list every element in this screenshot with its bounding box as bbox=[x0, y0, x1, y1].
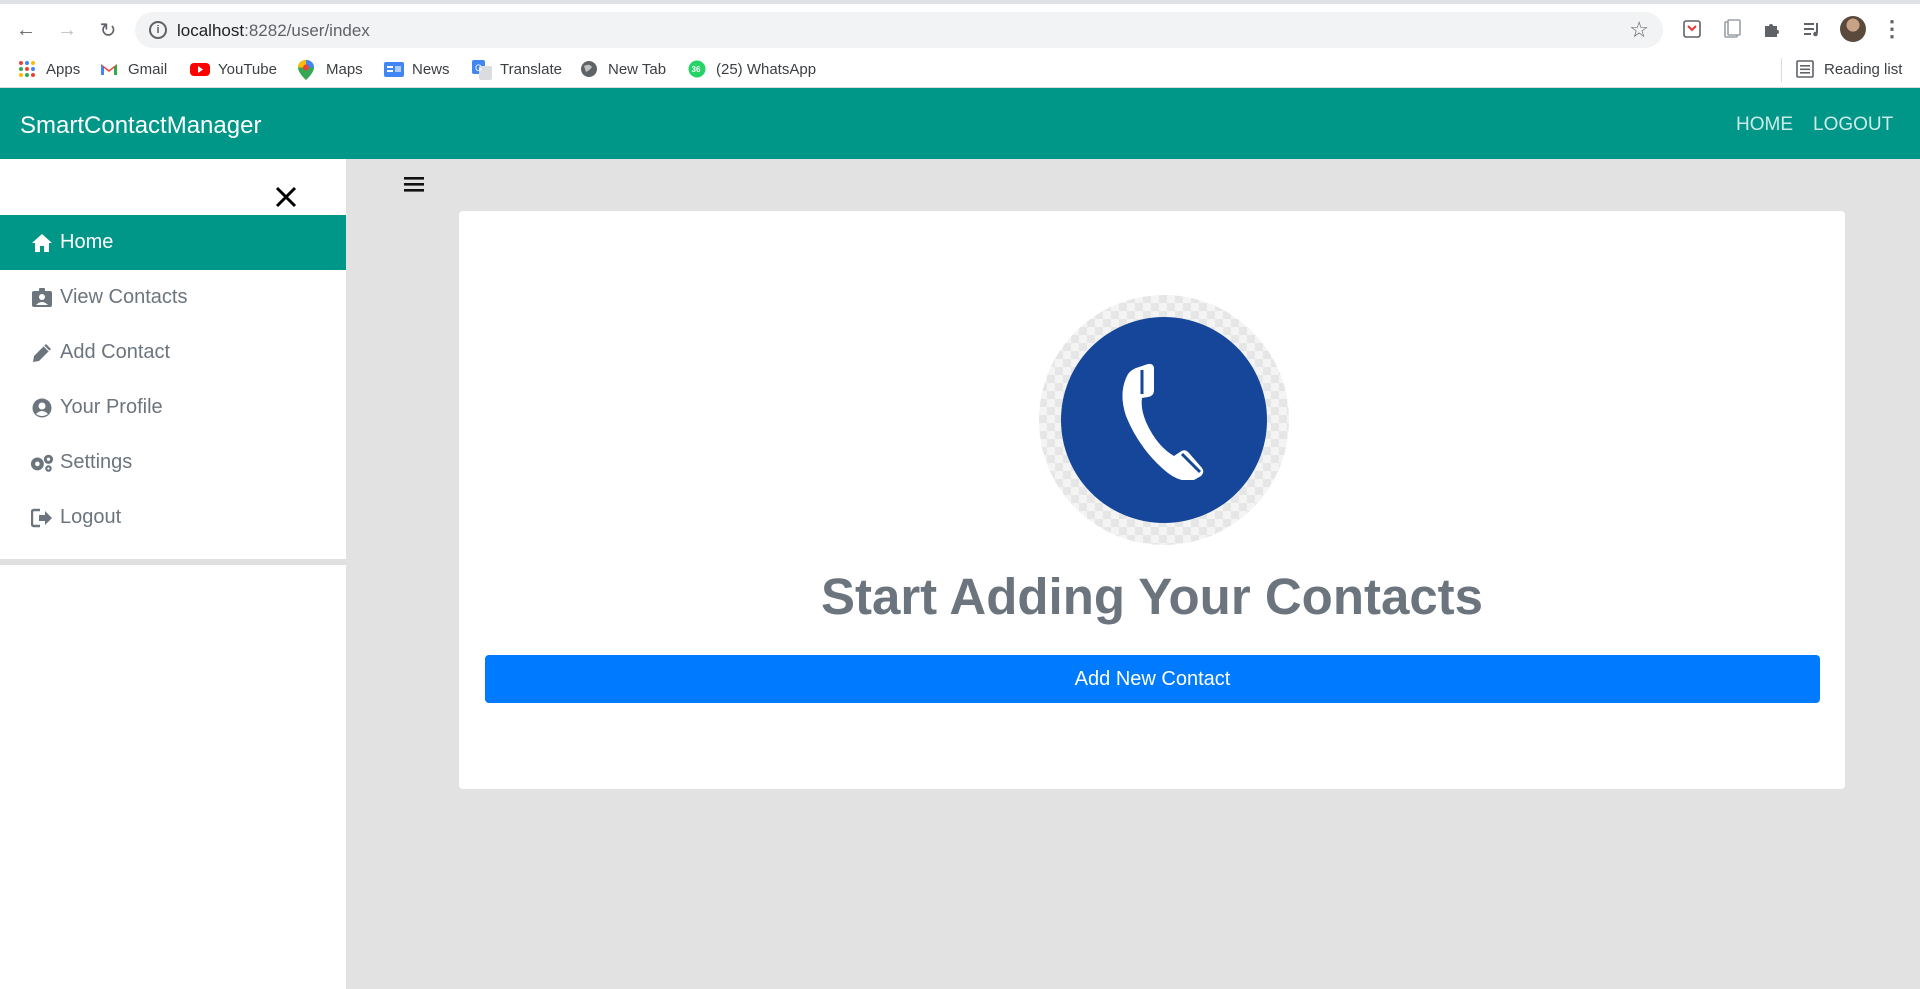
sidebar-item-label: Home bbox=[60, 231, 114, 253]
news-icon bbox=[384, 60, 404, 78]
translate-icon: G bbox=[472, 60, 492, 80]
sidebar-menu: Home View Contacts Add Contact Your Prof… bbox=[0, 215, 346, 545]
sign-out-icon bbox=[30, 508, 54, 528]
nav-home-link[interactable]: HOME bbox=[1736, 114, 1793, 136]
sidebar-item-label: Your Profile bbox=[60, 396, 163, 418]
cogs-icon bbox=[30, 453, 54, 473]
bookmark-new-tab[interactable]: New Tab bbox=[580, 60, 666, 78]
bookmark-label: (25) WhatsApp bbox=[716, 60, 817, 78]
bookmark-news[interactable]: News bbox=[384, 60, 450, 78]
bookmark-label: News bbox=[412, 60, 450, 78]
profile-avatar[interactable] bbox=[1840, 16, 1866, 42]
site-info-icon[interactable]: i bbox=[149, 21, 167, 39]
sidebar-item-settings[interactable]: Settings bbox=[0, 435, 346, 490]
sidebar-item-your-profile[interactable]: Your Profile bbox=[0, 380, 346, 435]
sidebar-item-label: Add Contact bbox=[60, 341, 171, 363]
sidebar-item-add-contact[interactable]: Add Contact bbox=[0, 325, 346, 380]
media-control-icon[interactable] bbox=[1800, 17, 1824, 41]
svg-text:G: G bbox=[475, 63, 482, 73]
sidebar-item-label: Logout bbox=[60, 506, 122, 528]
reload-icon[interactable]: ↻ bbox=[94, 16, 122, 44]
brand-title[interactable]: SmartContactManager bbox=[20, 112, 261, 140]
nav-logout-link[interactable]: LOGOUT bbox=[1813, 114, 1893, 136]
bookmark-label: Maps bbox=[326, 60, 363, 78]
close-icon[interactable] bbox=[274, 182, 298, 214]
browser-toolbar: ← → ↻ i localhost:8282/user/index ☆ ⋮ bbox=[0, 0, 1920, 52]
clipboard-extension-icon[interactable] bbox=[1720, 17, 1744, 41]
bookmark-whatsapp[interactable]: 36 (25) WhatsApp bbox=[688, 60, 816, 78]
phone-icon bbox=[1061, 317, 1267, 523]
pocket-extension-icon[interactable] bbox=[1680, 17, 1704, 41]
app-navbar: SmartContactManager HOME LOGOUT bbox=[0, 88, 1920, 159]
sidebar-item-view-contacts[interactable]: View Contacts bbox=[0, 270, 346, 325]
maps-icon bbox=[298, 60, 316, 80]
svg-text:36: 36 bbox=[692, 65, 701, 74]
bookmarks-bar: Apps Gmail YouTube Maps News G Translate bbox=[0, 52, 1920, 88]
bookmark-translate[interactable]: G Translate bbox=[472, 60, 562, 80]
page-title: Start Adding Your Contacts bbox=[820, 568, 1484, 625]
sidebar-item-home[interactable]: Home bbox=[0, 215, 346, 270]
hamburger-icon[interactable] bbox=[404, 169, 424, 200]
bookmark-youtube[interactable]: YouTube bbox=[190, 60, 277, 78]
bookmark-label: Gmail bbox=[128, 60, 168, 78]
sidebar-item-label: View Contacts bbox=[60, 286, 188, 308]
user-circle-icon bbox=[30, 398, 54, 418]
bookmark-label: YouTube bbox=[218, 60, 277, 78]
sidebar-divider bbox=[0, 559, 346, 565]
phone-illustration bbox=[1039, 295, 1289, 545]
apps-grid-icon bbox=[18, 60, 36, 78]
bookmarks-divider bbox=[1781, 58, 1782, 82]
extensions-puzzle-icon[interactable] bbox=[1760, 17, 1784, 41]
sidebar-item-label: Settings bbox=[60, 451, 133, 473]
sidebar: Home View Contacts Add Contact Your Prof… bbox=[0, 159, 346, 989]
home-icon bbox=[30, 233, 54, 253]
gmail-icon bbox=[100, 60, 118, 78]
add-new-contact-button[interactable]: Add New Contact bbox=[485, 655, 1820, 703]
bookmark-gmail[interactable]: Gmail bbox=[100, 60, 167, 78]
url-text: localhost:8282/user/index bbox=[177, 21, 370, 40]
address-bar[interactable]: i localhost:8282/user/index ☆ bbox=[135, 12, 1663, 48]
welcome-card: Start Adding Your Contacts Add New Conta… bbox=[459, 211, 1845, 789]
id-badge-icon bbox=[30, 287, 54, 308]
main-content: Start Adding Your Contacts Add New Conta… bbox=[346, 159, 1920, 989]
back-arrow-icon[interactable]: ← bbox=[12, 16, 40, 44]
reading-list-label: Reading list bbox=[1824, 60, 1903, 78]
pencil-icon bbox=[30, 343, 54, 363]
bookmark-label: Apps bbox=[46, 60, 81, 78]
whatsapp-icon: 36 bbox=[688, 60, 706, 78]
bookmark-label: New Tab bbox=[608, 60, 667, 78]
bookmark-star-icon[interactable]: ☆ bbox=[1629, 17, 1649, 43]
sidebar-item-logout[interactable]: Logout bbox=[0, 490, 346, 545]
bookmark-maps[interactable]: Maps bbox=[298, 60, 363, 80]
more-menu-icon[interactable]: ⋮ bbox=[1880, 16, 1904, 41]
globe-icon bbox=[580, 60, 598, 78]
bookmark-label: Translate bbox=[500, 60, 562, 78]
reading-list-button[interactable]: Reading list bbox=[1796, 60, 1902, 78]
youtube-icon bbox=[190, 60, 210, 78]
reading-list-icon bbox=[1796, 60, 1814, 78]
forward-arrow-icon[interactable]: → bbox=[53, 16, 81, 44]
bookmark-apps[interactable]: Apps bbox=[18, 60, 80, 78]
